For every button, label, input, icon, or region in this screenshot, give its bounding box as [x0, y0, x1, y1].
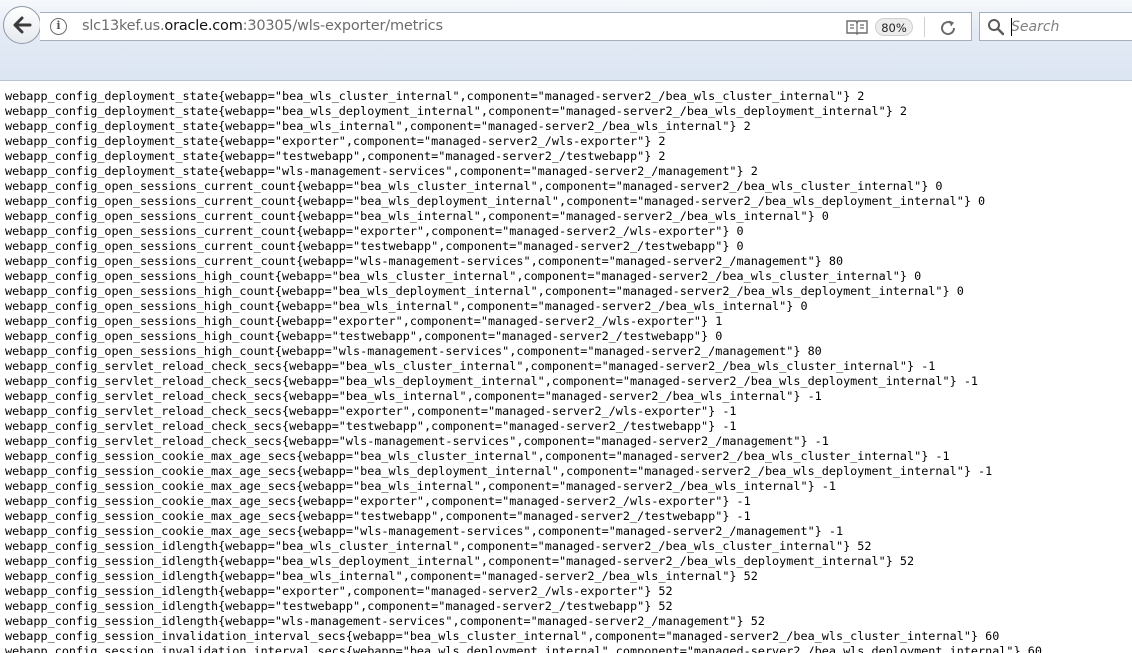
search-input[interactable] — [1011, 17, 1131, 37]
metric-line: webapp_config_open_sessions_current_coun… — [5, 194, 986, 208]
url-text[interactable]: slc13kef.us.oracle.com:30305/wls-exporte… — [82, 18, 443, 34]
metric-line: webapp_config_servlet_reload_check_secs{… — [5, 404, 737, 418]
metrics-text: webapp_config_deployment_state{webapp="b… — [5, 89, 1132, 653]
metric-line: webapp_config_open_sessions_current_coun… — [5, 179, 943, 193]
metric-line: webapp_config_session_cookie_max_age_sec… — [5, 449, 950, 463]
address-bar[interactable]: i slc13kef.us.oracle.com:30305/wls-expor… — [40, 12, 972, 41]
search-box[interactable] — [979, 12, 1132, 41]
metric-line: webapp_config_session_idlength{webapp="t… — [5, 599, 673, 613]
metric-line: webapp_config_open_sessions_current_coun… — [5, 224, 744, 238]
url-suffix: :30305/wls-exporter/metrics — [242, 18, 443, 34]
metric-line: webapp_config_session_idlength{webapp="e… — [5, 584, 673, 598]
browser-toolbar: i slc13kef.us.oracle.com:30305/wls-expor… — [0, 0, 1132, 81]
metric-line: webapp_config_deployment_state{webapp="t… — [5, 149, 666, 163]
reader-view-icon[interactable] — [846, 19, 868, 35]
metric-line: webapp_config_session_cookie_max_age_sec… — [5, 494, 751, 508]
metric-line: webapp_config_session_cookie_max_age_sec… — [5, 464, 993, 478]
metric-line: webapp_config_servlet_reload_check_secs{… — [5, 359, 936, 373]
metric-line: webapp_config_session_idlength{webapp="w… — [5, 614, 765, 628]
metric-line: webapp_config_deployment_state{webapp="b… — [5, 119, 751, 133]
metric-line: webapp_config_open_sessions_high_count{w… — [5, 299, 808, 313]
metric-line: webapp_config_session_cookie_max_age_sec… — [5, 524, 844, 538]
metric-line: webapp_config_session_cookie_max_age_sec… — [5, 509, 751, 523]
zoom-level-button[interactable]: 80% — [875, 18, 913, 36]
metric-line: webapp_config_session_idlength{webapp="b… — [5, 539, 872, 553]
metric-line: webapp_config_open_sessions_high_count{w… — [5, 269, 922, 283]
back-arrow-icon — [13, 16, 32, 34]
text-caret — [1011, 18, 1012, 36]
metric-line: webapp_config_session_invalidation_inter… — [5, 629, 1000, 643]
metric-line: webapp_config_deployment_state{webapp="b… — [5, 104, 907, 118]
url-prefix: slc13kef.us. — [82, 18, 165, 34]
metric-line: webapp_config_session_idlength{webapp="b… — [5, 569, 758, 583]
metric-line: webapp_config_servlet_reload_check_secs{… — [5, 419, 737, 433]
metric-line: webapp_config_open_sessions_current_coun… — [5, 254, 844, 268]
metric-line: webapp_config_session_cookie_max_age_sec… — [5, 479, 836, 493]
search-icon — [988, 19, 1005, 36]
url-host: oracle.com — [164, 18, 243, 34]
metric-line: webapp_config_open_sessions_current_coun… — [5, 209, 829, 223]
metric-line: webapp_config_deployment_state{webapp="e… — [5, 134, 666, 148]
metric-line: webapp_config_open_sessions_high_count{w… — [5, 314, 723, 328]
urlbar-divider — [924, 17, 925, 37]
metric-line: webapp_config_servlet_reload_check_secs{… — [5, 389, 822, 403]
metric-line: webapp_config_open_sessions_current_coun… — [5, 239, 744, 253]
metric-line: webapp_config_session_invalidation_inter… — [5, 644, 1042, 653]
metric-line: webapp_config_open_sessions_high_count{w… — [5, 284, 964, 298]
metric-line: webapp_config_open_sessions_high_count{w… — [5, 344, 822, 358]
metric-line: webapp_config_session_idlength{webapp="b… — [5, 554, 915, 568]
metric-line: webapp_config_deployment_state{webapp="b… — [5, 89, 865, 103]
reload-icon[interactable] — [938, 18, 958, 38]
metric-line: webapp_config_open_sessions_high_count{w… — [5, 329, 723, 343]
back-button[interactable] — [3, 6, 41, 44]
metric-line: webapp_config_servlet_reload_check_secs{… — [5, 434, 829, 448]
metric-line: webapp_config_deployment_state{webapp="w… — [5, 164, 758, 178]
metric-line: webapp_config_servlet_reload_check_secs{… — [5, 374, 979, 388]
info-icon[interactable]: i — [50, 18, 67, 35]
